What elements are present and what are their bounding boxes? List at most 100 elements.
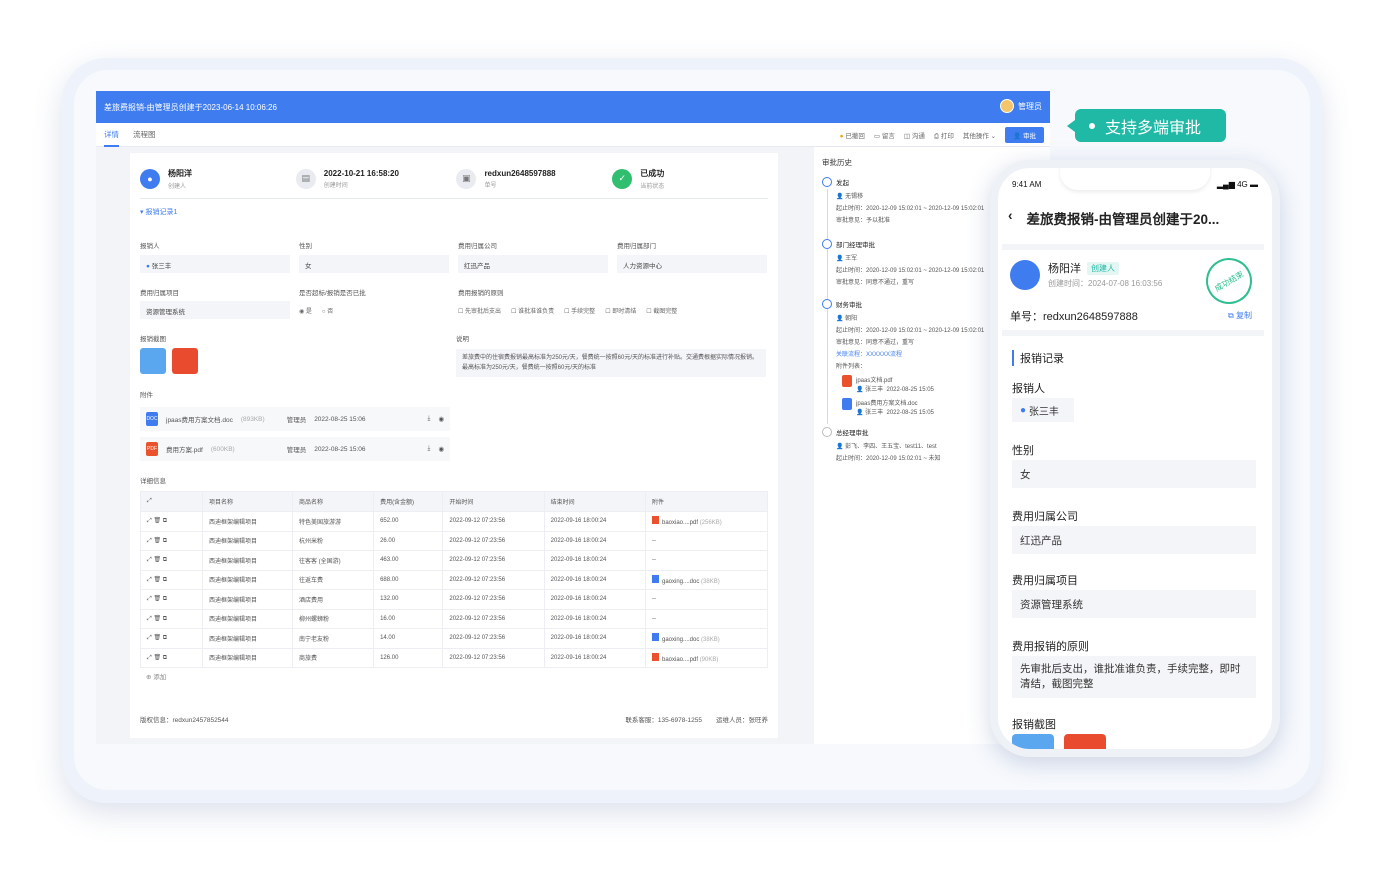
row-actions[interactable]: ⤢ 🗑 ⧉ [140,511,203,532]
pending-circle-icon [822,427,832,437]
download-icon[interactable]: ⤓ [427,415,430,423]
company-label: 费用归属公司 [458,243,497,250]
row-actions[interactable]: ⤢ 🗑 ⧉ [140,530,203,551]
number-summary: ▣ redxun2648597888 单号 [456,168,612,189]
radio-yes[interactable]: ◉ 是 [299,306,312,315]
table-cell: 2022-09-16 18:00:24 [543,550,646,571]
attachment-cell[interactable]: baoxiao....pdf (256KB) [644,511,769,532]
table-row[interactable]: ⤢ 🗑 ⧉ 西迪框架编辑项目 特色美国旅游游 652.00 2022-09-12 07:… [140,511,769,532]
status-bar: 9:41 AM ▂▄▆ 4G ▬ [1012,180,1258,189]
row-actions[interactable]: ⤢ 🗑 ⧉ [140,628,203,649]
print-button[interactable]: ⎙ 打印 [934,130,954,141]
table-row[interactable]: ⤢ 🗑 ⧉ 西迪框架编辑项目 往客客 (全国游) 463.00 2022-09-12 0… [140,550,769,571]
attachment-item[interactable]: PDF 费用方案.pdf (600KB) 管理员 2022-08-25 15:0… [140,437,450,461]
company-label: 费用归属公司 [1012,511,1078,523]
tab-detail[interactable]: 详情 [104,123,119,147]
download-icon[interactable]: ⤓ [427,445,430,453]
reporter-chip[interactable]: ● 张三丰 [1012,398,1074,422]
table-cell: 杭州米粉 [291,530,375,551]
section-title[interactable]: ▾ 报销记录1 [140,207,177,217]
attachment-cell[interactable]: gaoxing....doc (38KB) [644,628,769,649]
checkbox-option[interactable]: ☐ 谁批准谁负责 [511,306,554,315]
checkbox-option[interactable]: ☐ 即时清结 [605,306,636,315]
attachment-size: (600KB) [210,445,235,453]
calendar-icon: ▤ [295,168,316,189]
creator-name: 杨阳洋 [1048,263,1081,275]
table-cell: 16.00 [373,608,444,629]
withdrawn-button[interactable]: ● 已撤回 [840,130,865,140]
add-row-button[interactable]: ⊕ 添加 [146,671,166,681]
project-field[interactable]: 资源管理系统 [140,301,290,319]
toolbar: ● 已撤回 ▭ 留言 ◫ 沟通 ⎙ 打印 其他操作 ⌄ 👤 审批 [840,127,1044,143]
row-actions[interactable]: ⤢ 🗑 ⧉ [140,569,203,590]
signal-icon: ▂▄▆ 4G ▬ [1216,180,1258,189]
back-icon[interactable]: ‹ [1008,208,1013,228]
attachment-user: 管理员 [286,447,307,454]
row-actions[interactable]: ⤢ 🗑 ⧉ [140,647,203,668]
desktop-window: 差旅费报销-由管理员创建于2023-06-14 10:06:26 管理员 详情 … [96,91,1050,744]
tab-flowchart[interactable]: 流程图 [133,123,156,147]
screenshot-thumbnail[interactable] [172,348,198,374]
preview-icon[interactable]: ◉ [438,445,444,453]
checkbox-option[interactable]: ☐ 截图完整 [646,306,677,315]
expense-table: ⤢ 项目名称 商品名称 费用(含金额) 开始时间 结束时间 附件 ⤢ 🗑 ⧉ 西迪… [140,491,769,668]
table-row[interactable]: ⤢ 🗑 ⧉ 西迪框架编辑项目 杭州米粉 26.00 2022-09-12 07:23:5… [140,530,769,551]
table-cell: 南宁老友粉 [291,628,375,649]
row-actions[interactable]: ⤢ 🗑 ⧉ [140,550,203,571]
table-row[interactable]: ⤢ 🗑 ⧉ 西迪框架编辑项目 往返车费 688.00 2022-09-12 07:23:… [140,569,769,590]
gender-value: 女 [1012,460,1256,488]
communicate-button[interactable]: ◫ 沟通 [904,130,925,140]
project-value: 资源管理系统 [1012,590,1256,618]
company-field[interactable]: 红迅产品 [458,255,608,273]
row-actions[interactable]: ⤢ 🗑 ⧉ [140,608,203,629]
attachment-cell: -- [644,530,769,551]
screenshot-thumbnail[interactable] [140,348,166,374]
attachment-cell[interactable]: baoxiao....pdf (90KB) [644,647,769,668]
attachment-name: 费用方案.pdf [166,447,203,454]
dot-icon [1089,122,1095,129]
table-row[interactable]: ⤢ 🗑 ⧉ 西迪框架编辑项目 柳州螺蛳粉 16.00 2022-09-12 07:23:… [140,608,769,629]
attachment-cell[interactable]: gaoxing....doc (38KB) [644,569,769,590]
company-value: 红迅产品 [1012,526,1256,554]
table-row[interactable]: ⤢ 🗑 ⧉ 西迪框架编辑项目 酒店费用 132.00 2022-09-12 07:23:… [140,589,769,610]
comment-button[interactable]: ▭ 留言 [874,130,895,140]
copy-icon: ⧉ [1228,311,1234,320]
gender-field[interactable]: 女 [299,255,449,273]
preview-icon[interactable]: ◉ [438,415,444,423]
table-row[interactable]: ⤢ 🗑 ⧉ 西迪框架编辑项目 南宁老友粉 14.00 2022-09-12 07:23:… [140,628,769,649]
reporter-label: 报销人 [1012,383,1045,395]
attachment-user: 管理员 [286,417,307,424]
screenshot-thumbnail[interactable] [1012,734,1054,749]
table-cell: 2022-09-16 18:00:24 [543,608,646,629]
table-cell: 2022-09-16 18:00:24 [543,647,646,668]
row-actions[interactable]: ⤢ 🗑 ⧉ [140,589,203,610]
detail-panel: ● 杨阳洋 创建人 ▤ 2022-10-21 16:58:20 创建时间 ▣ red… [130,153,778,738]
comment-icon: ▭ [873,133,881,140]
dept-field[interactable]: 人力资源中心 [617,255,767,273]
avatar [1010,260,1040,290]
attachment-item[interactable]: DOC jpaas费用方案文档.doc (893KB) 管理员 2022-08-… [140,407,450,431]
radio-no[interactable]: ○ 否 [322,306,333,315]
table-cell: 西迪框架编辑项目 [202,647,293,668]
checkbox-option[interactable]: ☐ 先审批后支出 [458,306,501,315]
table-cell: 特色美国旅游游 [291,511,375,532]
table-row[interactable]: ⤢ 🗑 ⧉ 西迪框架编辑项目 商旅费 126.00 2022-09-12 07:23:5… [140,647,769,668]
table-cell: 往客客 (全国游) [291,550,375,571]
approve-button[interactable]: 👤 审批 [1005,127,1044,143]
column-header: 商品名称 [291,491,375,512]
reporter-field[interactable]: ● 张三丰 [140,255,290,273]
table-cell: 2022-09-12 07:23:56 [442,589,545,610]
more-actions-button[interactable]: 其他操作 ⌄ [963,130,996,140]
table-cell: 26.00 [373,530,444,551]
mobile-nav: ‹ 差旅费报销-由管理员创建于20... [1008,208,1258,228]
summary-header: ● 杨阳洋 创建人 ▤ 2022-10-21 16:58:20 创建时间 ▣ red… [140,159,768,199]
copy-button[interactable]: ⧉ 复制 [1228,310,1252,321]
expand-icon[interactable]: ⤢ [140,491,203,512]
creator-summary: ● 杨阳洋 创建人 [140,168,296,190]
attachment-cell: -- [644,550,769,571]
screenshot-thumbnail[interactable] [1064,734,1106,749]
user-menu[interactable]: 管理员 [1000,99,1042,113]
attachment-cell: -- [644,608,769,629]
checkbox-option[interactable]: ☐ 手续完整 [564,306,595,315]
overrun-label: 是否超标/报销是否已批 [299,290,366,297]
